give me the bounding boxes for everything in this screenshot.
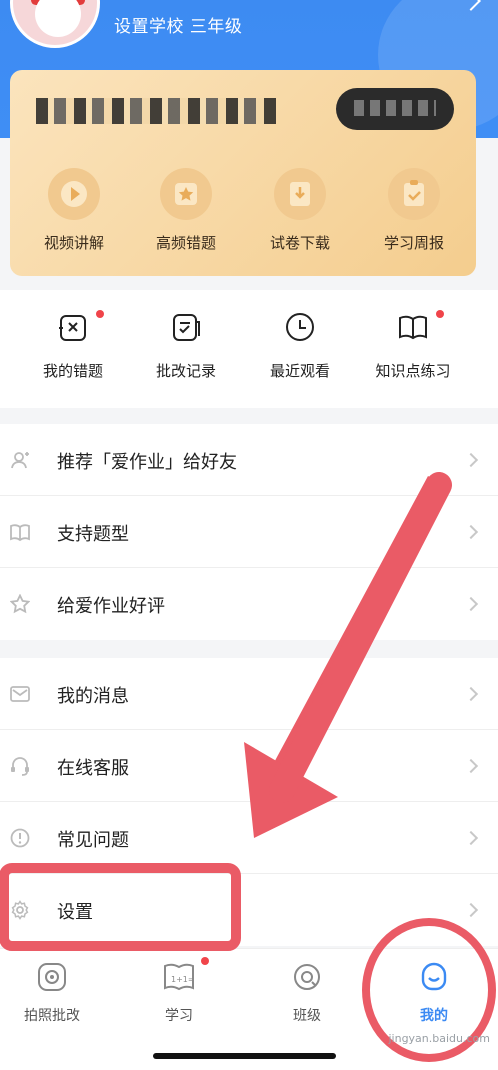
vip-item-paper-download[interactable]: 试卷下载: [250, 168, 350, 253]
chevron-right-icon: [463, 596, 479, 612]
correction-record-icon: [169, 310, 203, 344]
list-item-messages[interactable]: 我的消息: [0, 658, 498, 730]
tab-label: 学习: [165, 1008, 193, 1024]
tool-recently-viewed[interactable]: 最近观看: [245, 310, 355, 381]
book-icon: [396, 310, 430, 344]
star-icon: [160, 168, 212, 220]
list-item-customer-service[interactable]: 在线客服: [0, 730, 498, 802]
tab-class[interactable]: 班级: [257, 961, 357, 1025]
mail-icon: [10, 684, 30, 704]
vip-item-video[interactable]: 视频讲解: [24, 168, 124, 253]
gear-icon: [10, 900, 30, 920]
vip-item-frequent-errors[interactable]: 高频错题: [136, 168, 236, 253]
list-item-label: 我的消息: [57, 686, 129, 707]
home-indicator[interactable]: [153, 1053, 336, 1059]
avatar[interactable]: [10, 0, 100, 48]
chevron-right-icon: [463, 524, 479, 540]
camera-icon: [36, 961, 68, 993]
chevron-right-icon: [463, 686, 479, 702]
list-item-label: 支持题型: [57, 524, 129, 545]
bottom-tab-bar: 拍照批改 1+1= 学习 班级 我的: [0, 948, 498, 1070]
redacted-text: [36, 98, 276, 124]
list-item-rate-app[interactable]: 给爱作业好评: [0, 568, 498, 640]
study-icon: 1+1=: [163, 961, 195, 993]
list-item-label: 推荐「爱作业」给好友: [57, 452, 237, 473]
vip-item-weekly-report[interactable]: 学习周报: [364, 168, 464, 253]
redacted-button[interactable]: [336, 88, 454, 130]
tab-photo-correct[interactable]: 拍照批改: [2, 961, 102, 1025]
tool-label: 最近观看: [269, 362, 330, 380]
info-icon: [10, 828, 30, 848]
settings-list-2: 我的消息 在线客服 常见问题 设置: [0, 658, 498, 946]
list-item-supported-types[interactable]: 支持题型: [0, 496, 498, 568]
tab-label: 班级: [293, 1008, 321, 1024]
notification-dot: [201, 957, 209, 965]
play-icon: [48, 168, 100, 220]
list-item-label: 设置: [57, 902, 93, 923]
chevron-right-icon: [463, 452, 479, 468]
notification-dot: [436, 310, 444, 318]
download-icon: [274, 168, 326, 220]
vip-card[interactable]: 视频讲解 高频错题 试卷下载 学习周报: [10, 70, 476, 276]
list-item-recommend[interactable]: 推荐「爱作业」给好友: [0, 424, 498, 496]
tools-row: 我的错题 批改记录 最近观看 知识点练习: [0, 290, 498, 408]
profile-icon: [418, 961, 450, 993]
open-book-icon: [10, 522, 30, 542]
headset-icon: [10, 756, 30, 776]
settings-list-1: 推荐「爱作业」给好友 支持题型 给爱作业好评: [0, 424, 498, 640]
tool-label: 批改记录: [155, 362, 216, 380]
tool-correction-records[interactable]: 批改记录: [131, 310, 241, 381]
vip-item-label: 高频错题: [155, 234, 216, 252]
vip-item-label: 试卷下载: [269, 234, 330, 252]
tool-label: 知识点练习: [375, 362, 451, 380]
share-user-icon: [10, 450, 30, 470]
list-item-label: 在线客服: [57, 758, 129, 779]
chevron-right-icon: [463, 902, 479, 918]
list-item-faq[interactable]: 常见问题: [0, 802, 498, 874]
wrong-question-icon: [56, 310, 90, 344]
watermark: jingyan.baidu.com: [388, 1032, 490, 1045]
chevron-right-icon: [463, 830, 479, 846]
avatar-face: [35, 0, 81, 37]
vip-item-label: 学习周报: [383, 234, 444, 252]
svg-text:1+1=: 1+1=: [171, 975, 195, 984]
tool-knowledge-practice[interactable]: 知识点练习: [358, 310, 468, 381]
notification-dot: [96, 310, 104, 318]
school-grade-text[interactable]: 设置学校 三年级: [114, 12, 242, 37]
tab-label: 拍照批改: [24, 1008, 80, 1024]
list-item-settings[interactable]: 设置: [0, 874, 498, 946]
tab-label: 我的: [420, 1008, 448, 1024]
list-item-label: 给爱作业好评: [57, 596, 165, 617]
tool-wrong-questions[interactable]: 我的错题: [18, 310, 128, 381]
report-icon: [388, 168, 440, 220]
chevron-right-icon: [463, 758, 479, 774]
vip-item-label: 视频讲解: [43, 234, 104, 252]
clock-icon: [283, 310, 317, 344]
tab-study[interactable]: 1+1= 学习: [129, 957, 229, 1025]
list-item-label: 常见问题: [57, 830, 129, 851]
tool-label: 我的错题: [42, 362, 103, 380]
star-outline-icon: [9, 593, 31, 614]
class-icon: [291, 961, 323, 993]
tab-mine[interactable]: 我的: [384, 961, 484, 1025]
